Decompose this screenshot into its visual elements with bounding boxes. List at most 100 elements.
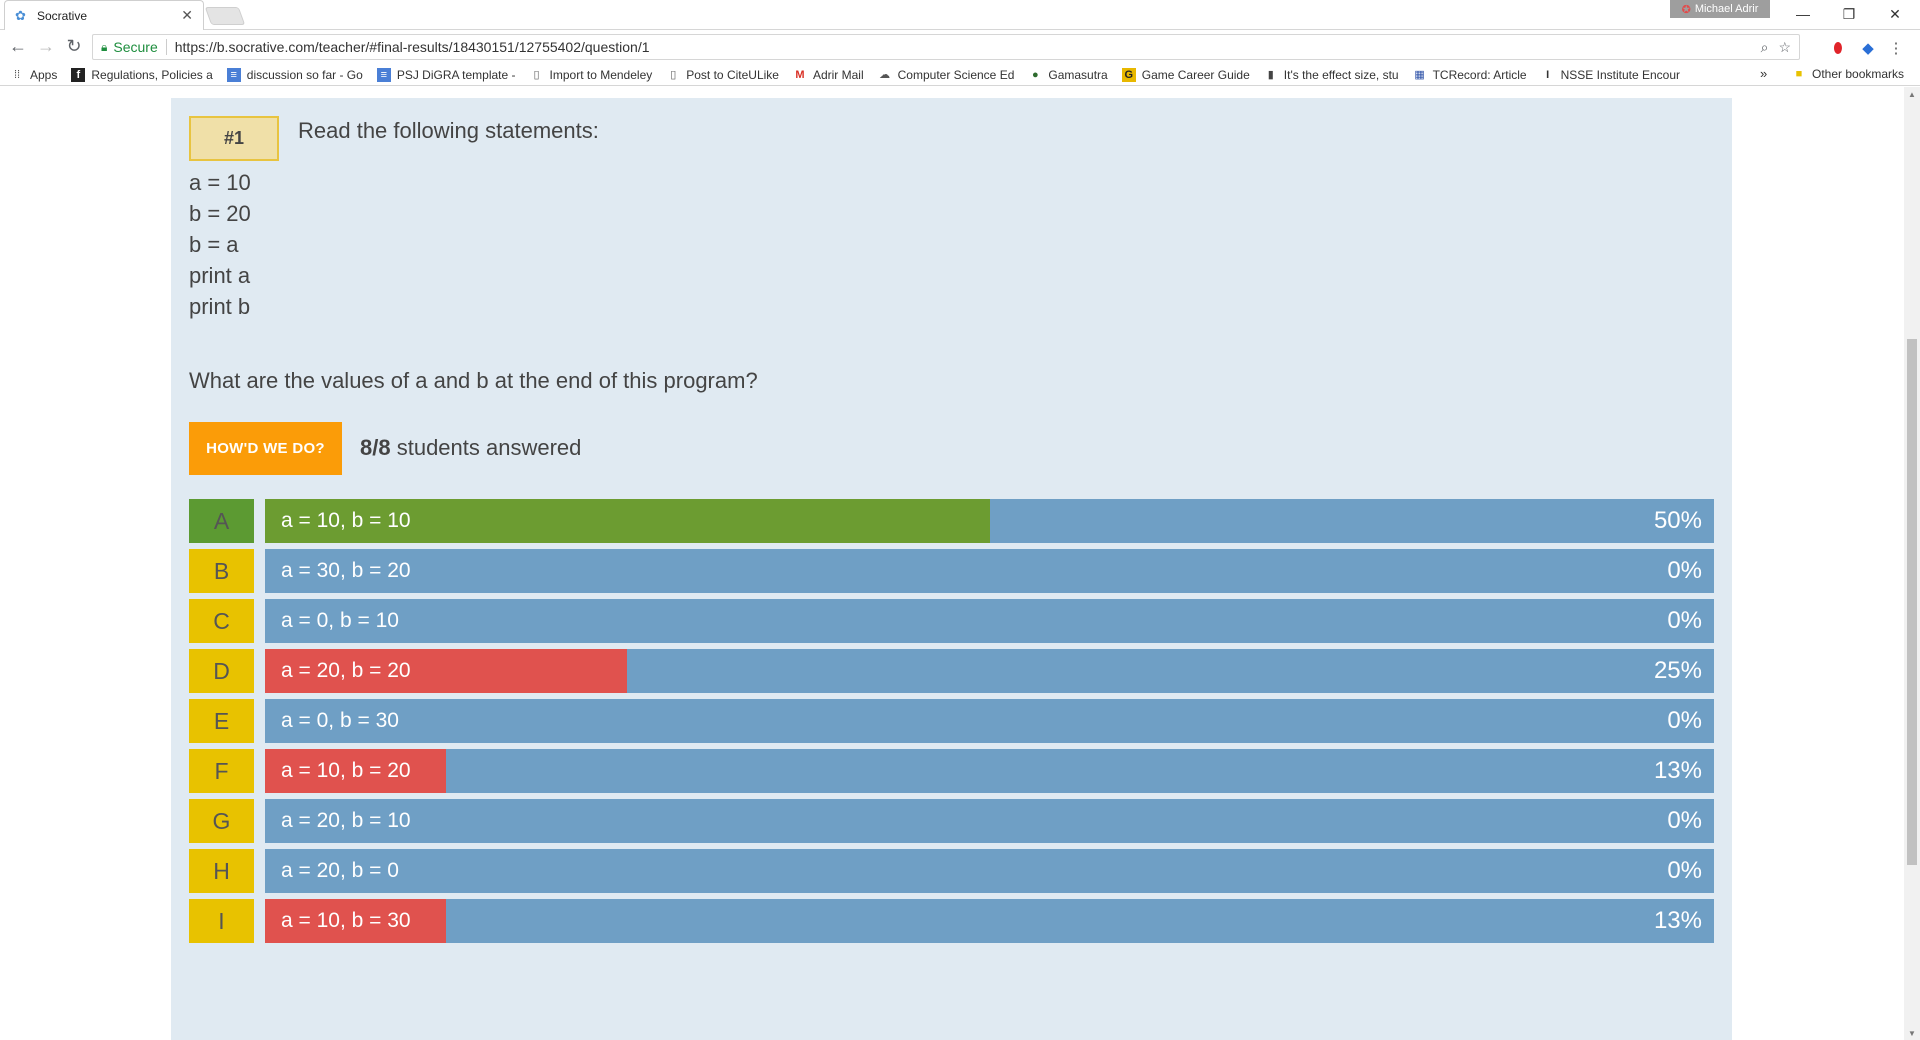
bookmark-nsse[interactable]: I NSSE Institute Encour <box>1541 68 1680 82</box>
close-tab-icon[interactable]: ✕ <box>181 7 193 24</box>
answer-letter: B <box>189 549 254 593</box>
question-text: What are the values of a and b at the en… <box>189 368 758 393</box>
bookmark-game-career-guide[interactable]: G Game Career Guide <box>1121 67 1250 82</box>
secure-label: Secure <box>113 39 158 55</box>
close-window-icon[interactable]: ✕ <box>1872 0 1918 28</box>
bookmark-tcrecord[interactable]: ▦ TCRecord: Article <box>1413 68 1526 82</box>
answer-percent: 0% <box>1667 557 1702 584</box>
bookmark-mendeley[interactable]: ▯ Import to Mendeley <box>530 68 653 82</box>
page-icon: ▯ <box>670 69 677 81</box>
bookmark-label: NSSE Institute Encour <box>1560 67 1680 82</box>
bookmark-label: PSJ DiGRA template - <box>396 67 516 82</box>
answer-percent: 0% <box>1667 707 1702 734</box>
answer-bar: a = 10, b = 20 13% <box>265 749 1714 793</box>
opera-extension-icon[interactable]: ⬮ <box>1828 38 1848 58</box>
answer-percent: 13% <box>1653 907 1702 934</box>
answer-bar: a = 20, b = 10 0% <box>265 799 1714 843</box>
answer-row-b: B a = 30, b = 20 0% <box>189 549 1720 593</box>
bookmark-star-icon[interactable]: ☆ <box>1778 39 1791 56</box>
reload-icon[interactable]: ↻ <box>62 34 86 58</box>
page-viewport: #1 Read the following statements: a = 10… <box>0 87 1904 1040</box>
answer-label: a = 30, b = 20 <box>281 559 411 582</box>
answer-row-a: A a = 10, b = 10 50% <box>189 499 1720 543</box>
gcg-icon: G <box>1121 67 1136 82</box>
apps-icon: ⁞⁞ <box>13 68 21 81</box>
answer-row-h: H a = 20, b = 0 0% <box>189 849 1720 893</box>
answer-bar: a = 20, b = 20 25% <box>265 649 1714 693</box>
doc-icon: ≡ <box>226 67 241 82</box>
new-tab-button[interactable] <box>204 7 246 25</box>
bookmarks-overflow-icon[interactable]: » <box>1760 66 1767 81</box>
answer-bar: a = 20, b = 0 0% <box>265 849 1714 893</box>
tab-strip: ✿ Socrative ✕ ✪ Michael Adrir — ❐ ✕ <box>0 0 1920 30</box>
bookmark-label: Post to CiteULike <box>686 67 779 82</box>
answer-percent: 50% <box>1653 507 1702 534</box>
bookmark-label: Computer Science Ed <box>897 67 1015 82</box>
statement-line: b = 20 <box>189 201 251 226</box>
cloud-icon: ☁ <box>879 69 891 81</box>
url-text[interactable]: https://b.socrative.com/teacher/#final-r… <box>175 39 1751 55</box>
answer-bar: a = 10, b = 30 13% <box>265 899 1714 943</box>
bookmark-label: Other bookmarks <box>1812 67 1905 81</box>
bookmark-cs-ed[interactable]: ☁ Computer Science Ed <box>878 67 1015 82</box>
bookmark-label: Adrir Mail <box>812 67 864 82</box>
howd-we-do-button[interactable]: HOW'D WE DO? <box>189 422 342 475</box>
browser-toolbar: ← → ↻ 🔒︎ Secure https://b.socrative.com/… <box>0 30 1920 64</box>
zoom-icon[interactable]: ⌕ <box>1761 39 1769 56</box>
bookmark-other-bookmarks[interactable]: ■ Other bookmarks <box>1792 67 1904 81</box>
answered-summary: 8/8 students answered <box>360 435 581 461</box>
answer-percent: 0% <box>1667 807 1702 834</box>
bookmark-label: Gamasutra <box>1048 67 1108 82</box>
scroll-up-icon[interactable]: ▲ <box>1904 87 1920 101</box>
bookmark-discussion[interactable]: ≡ discussion so far - Go <box>226 67 363 82</box>
bookmark-regulations[interactable]: f Regulations, Policies a <box>71 67 213 82</box>
restore-icon[interactable]: ❐ <box>1826 0 1872 28</box>
tab-title: Socrative <box>37 8 88 23</box>
address-bar[interactable]: 🔒︎ Secure https://b.socrative.com/teache… <box>92 34 1800 60</box>
answer-row-f: F a = 10, b = 20 13% <box>189 749 1720 793</box>
answer-letter: G <box>189 799 254 843</box>
answer-bar: a = 10, b = 10 50% <box>265 499 1714 543</box>
scroll-down-icon[interactable]: ▼ <box>1904 1026 1920 1040</box>
folder-icon: ■ <box>1795 68 1803 80</box>
page-scrollbar[interactable]: ▲ ▼ <box>1904 87 1920 1040</box>
answer-row-i: I a = 10, b = 30 13% <box>189 899 1720 943</box>
bookmarks-bar: ⁞⁞ Apps f Regulations, Policies a ≡ disc… <box>0 64 1920 86</box>
answer-row-d: D a = 20, b = 20 25% <box>189 649 1720 693</box>
scroll-thumb[interactable] <box>1907 339 1917 865</box>
answer-percent: 0% <box>1667 607 1702 634</box>
answer-letter: E <box>189 699 254 743</box>
page-icon: ▯ <box>533 69 540 81</box>
answer-percent: 13% <box>1653 757 1702 784</box>
lock-icon: ▮ <box>1267 69 1274 81</box>
answered-count: 8/8 <box>360 435 391 460</box>
globe-icon: ● <box>1032 68 1039 81</box>
mendeley-extension-icon[interactable]: ◆ <box>1858 38 1878 58</box>
back-arrow-icon[interactable]: ← <box>6 34 30 58</box>
bookmark-apps[interactable]: ⁞⁞ Apps <box>10 68 57 82</box>
bookmark-psj-digra[interactable]: ≡ PSJ DiGRA template - <box>376 67 516 82</box>
profile-badge[interactable]: ✪ Michael Adrir <box>1670 0 1770 18</box>
bookmark-effect-size[interactable]: ▮ It's the effect size, stu <box>1264 68 1399 82</box>
answer-label: a = 10, b = 20 <box>281 759 411 782</box>
answer-label: a = 0, b = 10 <box>281 609 399 632</box>
answer-label: a = 20, b = 10 <box>281 809 411 832</box>
answer-row-c: C a = 0, b = 10 0% <box>189 599 1720 643</box>
answer-label: a = 0, b = 30 <box>281 709 399 732</box>
bookmark-label: Import to Mendeley <box>549 67 653 82</box>
forward-arrow-icon[interactable]: → <box>34 34 58 58</box>
socrative-favicon-icon: ✿ <box>15 7 26 23</box>
bookmark-adrir-mail[interactable]: M Adrir Mail <box>793 67 864 82</box>
bookmark-gamasutra[interactable]: ● Gamasutra <box>1028 67 1108 82</box>
bookmark-label: Apps <box>30 67 58 82</box>
bars-icon: ▦ <box>1414 69 1425 81</box>
bookmark-citeulike[interactable]: ▯ Post to CiteULike <box>666 68 779 82</box>
minimize-icon[interactable]: — <box>1780 0 1826 28</box>
tab-socrative[interactable]: ✿ Socrative ✕ <box>4 0 204 30</box>
bookmark-label: It's the effect size, stu <box>1283 67 1399 82</box>
opera-icon: ✪ <box>1681 3 1691 16</box>
answer-letter: D <box>189 649 254 693</box>
answer-letter: C <box>189 599 254 643</box>
menu-kebab-icon[interactable]: ⋮ <box>1886 38 1906 58</box>
question-results-panel: #1 Read the following statements: a = 10… <box>171 98 1732 1040</box>
